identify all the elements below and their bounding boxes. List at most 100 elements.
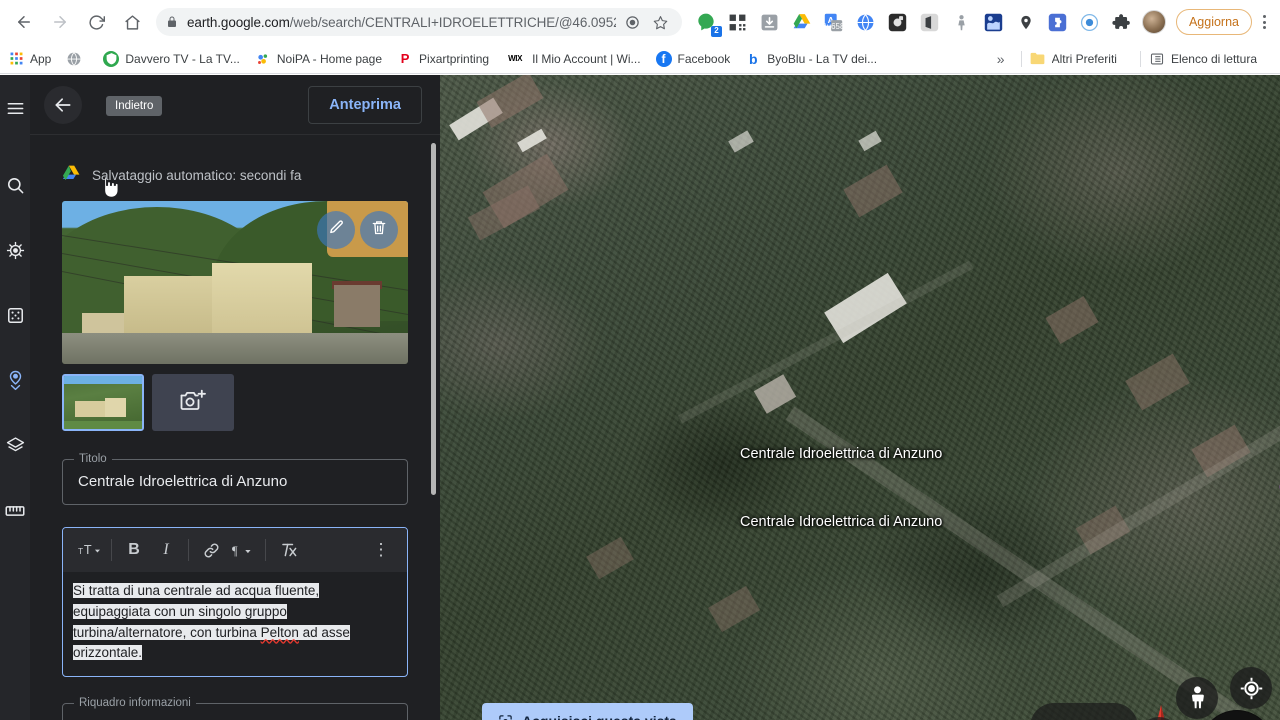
my-location-icon[interactable]	[1230, 667, 1272, 709]
feature-photo[interactable]	[62, 201, 408, 364]
autosave-status: Salvataggio automatico: secondi fa	[62, 157, 408, 193]
bookmark-item[interactable]: f Facebook	[655, 50, 730, 67]
title-input[interactable]: Centrale Idroelettrica di Anzuno	[63, 465, 407, 499]
map-label-top: Centrale Idroelettrica di Anzuno	[740, 446, 943, 462]
site-icon	[103, 50, 120, 67]
bookmark-item[interactable]: b ByoBlu - La TV dei...	[745, 51, 877, 67]
info-panel-field[interactable]: Riquadro informazioni	[62, 697, 408, 720]
zoom-controls[interactable]: − +	[1030, 703, 1138, 720]
url-host: earth.google.com	[187, 14, 290, 30]
office-extension-icon[interactable]	[917, 9, 943, 35]
panel-scrollbar[interactable]	[431, 143, 436, 495]
sidebar-item-measure[interactable]	[0, 498, 30, 528]
puzzle-extension-icon[interactable]	[1109, 9, 1135, 35]
download-extension-icon[interactable]	[757, 9, 783, 35]
panel-header: Indietro Anteprima	[30, 75, 440, 198]
add-photo-button[interactable]	[152, 374, 234, 431]
forward-icon[interactable]	[45, 7, 75, 37]
link-button[interactable]	[195, 534, 227, 566]
ruler-icon	[5, 503, 25, 524]
puzzle-blue-extension-icon[interactable]	[1045, 9, 1071, 35]
eye-icon[interactable]	[622, 11, 644, 33]
clear-formatting-button[interactable]	[272, 534, 304, 566]
photo-thumbnails	[62, 374, 408, 431]
reading-list-button[interactable]: Elenco di lettura	[1149, 51, 1257, 67]
bookmarks-overflow-button[interactable]: »	[997, 51, 1005, 67]
layers-icon	[6, 436, 25, 460]
site-icon	[255, 51, 271, 67]
qr-code-extension-icon[interactable]	[725, 9, 751, 35]
map-pin-extension-icon[interactable]	[1013, 9, 1039, 35]
globe-blue-extension-icon[interactable]	[853, 9, 879, 35]
more-options-button[interactable]: ⋮	[365, 534, 397, 566]
text-size-button[interactable]: TT	[73, 534, 105, 566]
blue-world-extension-icon[interactable]	[981, 9, 1007, 35]
extension-icons: 2 A\u6587	[690, 0, 1274, 44]
sidebar-item-search[interactable]	[0, 173, 30, 203]
info-field-legend: Riquadro informazioni	[79, 697, 191, 710]
bold-button[interactable]: B	[118, 534, 150, 566]
reload-icon[interactable]	[81, 7, 111, 37]
star-icon[interactable]	[650, 11, 672, 33]
bookmark-label: App	[30, 51, 52, 66]
description-text-area[interactable]: Si tratta di una centrale ad acqua fluen…	[63, 572, 407, 676]
title-field[interactable]: Titolo Centrale Idroelettrica di Anzuno	[62, 453, 408, 505]
url-text: earth.google.com/web/search/CENTRALI+IDR…	[187, 15, 616, 30]
italic-button[interactable]: I	[150, 534, 182, 566]
person-extension-icon[interactable]	[949, 9, 975, 35]
folder-icon	[1030, 51, 1046, 67]
bookmark-label: ByoBlu - La TV dei...	[767, 51, 878, 66]
site-icon: P	[397, 51, 413, 67]
browser-toolbar: earth.google.com/web/search/CENTRALI+IDR…	[0, 0, 1280, 44]
bookmark-item[interactable]	[66, 51, 88, 67]
misspelled-word: Pelton	[260, 624, 299, 640]
pegman-icon[interactable]	[1176, 677, 1218, 719]
bookmark-label: Il Mio Account | Wi...	[532, 51, 641, 66]
zoom-in-button[interactable]: +	[1105, 716, 1118, 720]
bookmark-apps[interactable]: App	[8, 51, 51, 67]
title-field-legend: Titolo	[79, 453, 107, 465]
record-circle-extension-icon[interactable]	[1077, 9, 1103, 35]
thumb-ground	[64, 420, 142, 429]
feature-editor-panel: Indietro Anteprima Salvataggio automatic…	[30, 75, 440, 720]
avatar[interactable]	[1141, 9, 1167, 35]
bookmark-item[interactable]: NoiPA - Home page	[255, 51, 382, 67]
back-button[interactable]	[44, 85, 82, 124]
facebook-icon: f	[655, 50, 672, 67]
update-button[interactable]: Aggiorna	[1175, 9, 1252, 35]
description-paragraph: Si tratta di una centrale ad acqua fluen…	[73, 581, 397, 664]
sidebar-item-layers[interactable]	[0, 433, 30, 463]
edit-photo-button[interactable]	[317, 211, 355, 249]
bookmark-label: Elenco di lettura	[1170, 51, 1257, 66]
apps-grid-icon	[8, 51, 24, 67]
description-editor[interactable]: TT B I ¶ ⋮ Si tratta di una centrale ad …	[62, 527, 408, 678]
bookmark-item[interactable]: Davvero TV - La TV...	[103, 50, 240, 67]
bookmark-item[interactable]: P Pixartprinting	[397, 51, 489, 67]
url-path: /web/search/CENTRALI+IDROELETTRICHE/@46.…	[289, 14, 616, 30]
zoom-out-button[interactable]: −	[1051, 716, 1064, 720]
sidebar-item-voyager[interactable]	[0, 238, 30, 268]
bookmark-item[interactable]: WIX Il Mio Account | Wi...	[504, 51, 640, 67]
chrome-menu-icon[interactable]	[1254, 8, 1274, 36]
left-icon-rail	[0, 75, 30, 720]
google-translate-extension-icon[interactable]: A\u6587	[821, 9, 847, 35]
sidebar-item-feeling-lucky[interactable]	[0, 303, 30, 333]
green-bubble-extension-icon[interactable]: 2	[693, 9, 722, 37]
other-bookmarks-folder[interactable]: Altri Preferiti	[1030, 51, 1117, 67]
back-icon[interactable]	[9, 7, 39, 37]
dark-square-extension-icon[interactable]	[885, 9, 911, 35]
address-bar[interactable]: earth.google.com/web/search/CENTRALI+IDR…	[156, 8, 682, 36]
capture-view-button[interactable]: Acquisisci questa vista	[482, 703, 693, 720]
google-drive-extension-icon[interactable]	[789, 9, 815, 35]
home-icon[interactable]	[117, 7, 147, 37]
photo-image	[62, 201, 408, 364]
paragraph-style-button[interactable]: ¶	[227, 534, 259, 566]
photo-thumbnail[interactable]	[62, 374, 144, 431]
sidebar-item-menu[interactable]	[0, 96, 30, 126]
delete-photo-button[interactable]	[360, 211, 398, 249]
site-icon: b	[745, 51, 761, 67]
sidebar-item-projects[interactable]	[0, 368, 30, 398]
preview-button[interactable]: Anteprima	[308, 85, 422, 124]
site-initial: WIX	[508, 54, 523, 63]
map-viewport[interactable]: Centrale Idroelettrica di Anzuno Central…	[440, 75, 1280, 720]
